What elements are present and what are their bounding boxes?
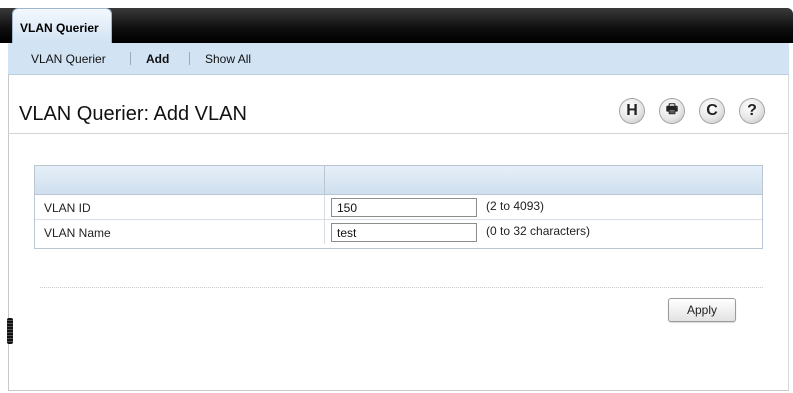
vlan-name-label: VLAN Name <box>44 226 111 240</box>
save-icon[interactable]: H <box>620 99 644 123</box>
top-tab-bar: VLAN Querier <box>0 8 793 43</box>
title-divider <box>8 133 789 134</box>
side-panel-grip[interactable] <box>7 318 13 344</box>
vlan-name-input[interactable] <box>331 223 477 242</box>
column-divider <box>324 195 325 219</box>
refresh-icon-glyph: C <box>706 102 718 119</box>
apply-button[interactable]: Apply <box>668 298 736 322</box>
vlan-name-range-hint: (0 to 32 characters) <box>486 224 591 238</box>
form-panel-header <box>35 166 762 195</box>
vlan-id-input[interactable] <box>331 198 477 217</box>
subnav-item-vlan-querier[interactable]: VLAN Querier <box>31 52 106 66</box>
sub-navigation: VLAN Querier Add Show All <box>8 43 789 75</box>
help-icon-glyph: ? <box>747 102 757 119</box>
page-title: VLAN Querier: Add VLAN <box>19 103 247 125</box>
subnav-separator <box>130 52 131 65</box>
vlan-id-range-hint: (2 to 4093) <box>486 199 545 213</box>
subnav-separator <box>189 52 190 65</box>
form-panel: VLAN ID (2 to 4093) VLAN Name (0 to 32 c… <box>34 165 763 249</box>
header-column-divider <box>324 166 325 194</box>
help-icon[interactable]: ? <box>740 99 764 123</box>
vlan-id-label: VLAN ID <box>44 201 91 215</box>
subnav-item-add[interactable]: Add <box>146 52 169 66</box>
subnav-item-show-all[interactable]: Show All <box>205 52 251 66</box>
form-row-vlan-id: VLAN ID (2 to 4093) <box>35 195 762 220</box>
save-icon-glyph: H <box>626 102 638 119</box>
form-row-vlan-name: VLAN Name (0 to 32 characters) <box>35 220 762 244</box>
print-icon-glyph: 🖶 <box>665 101 679 116</box>
column-divider <box>324 220 325 244</box>
print-icon[interactable]: 🖶 <box>660 99 684 123</box>
tab-vlan-querier[interactable]: VLAN Querier <box>12 8 112 43</box>
section-divider <box>40 287 763 288</box>
refresh-icon[interactable]: C <box>700 99 724 123</box>
